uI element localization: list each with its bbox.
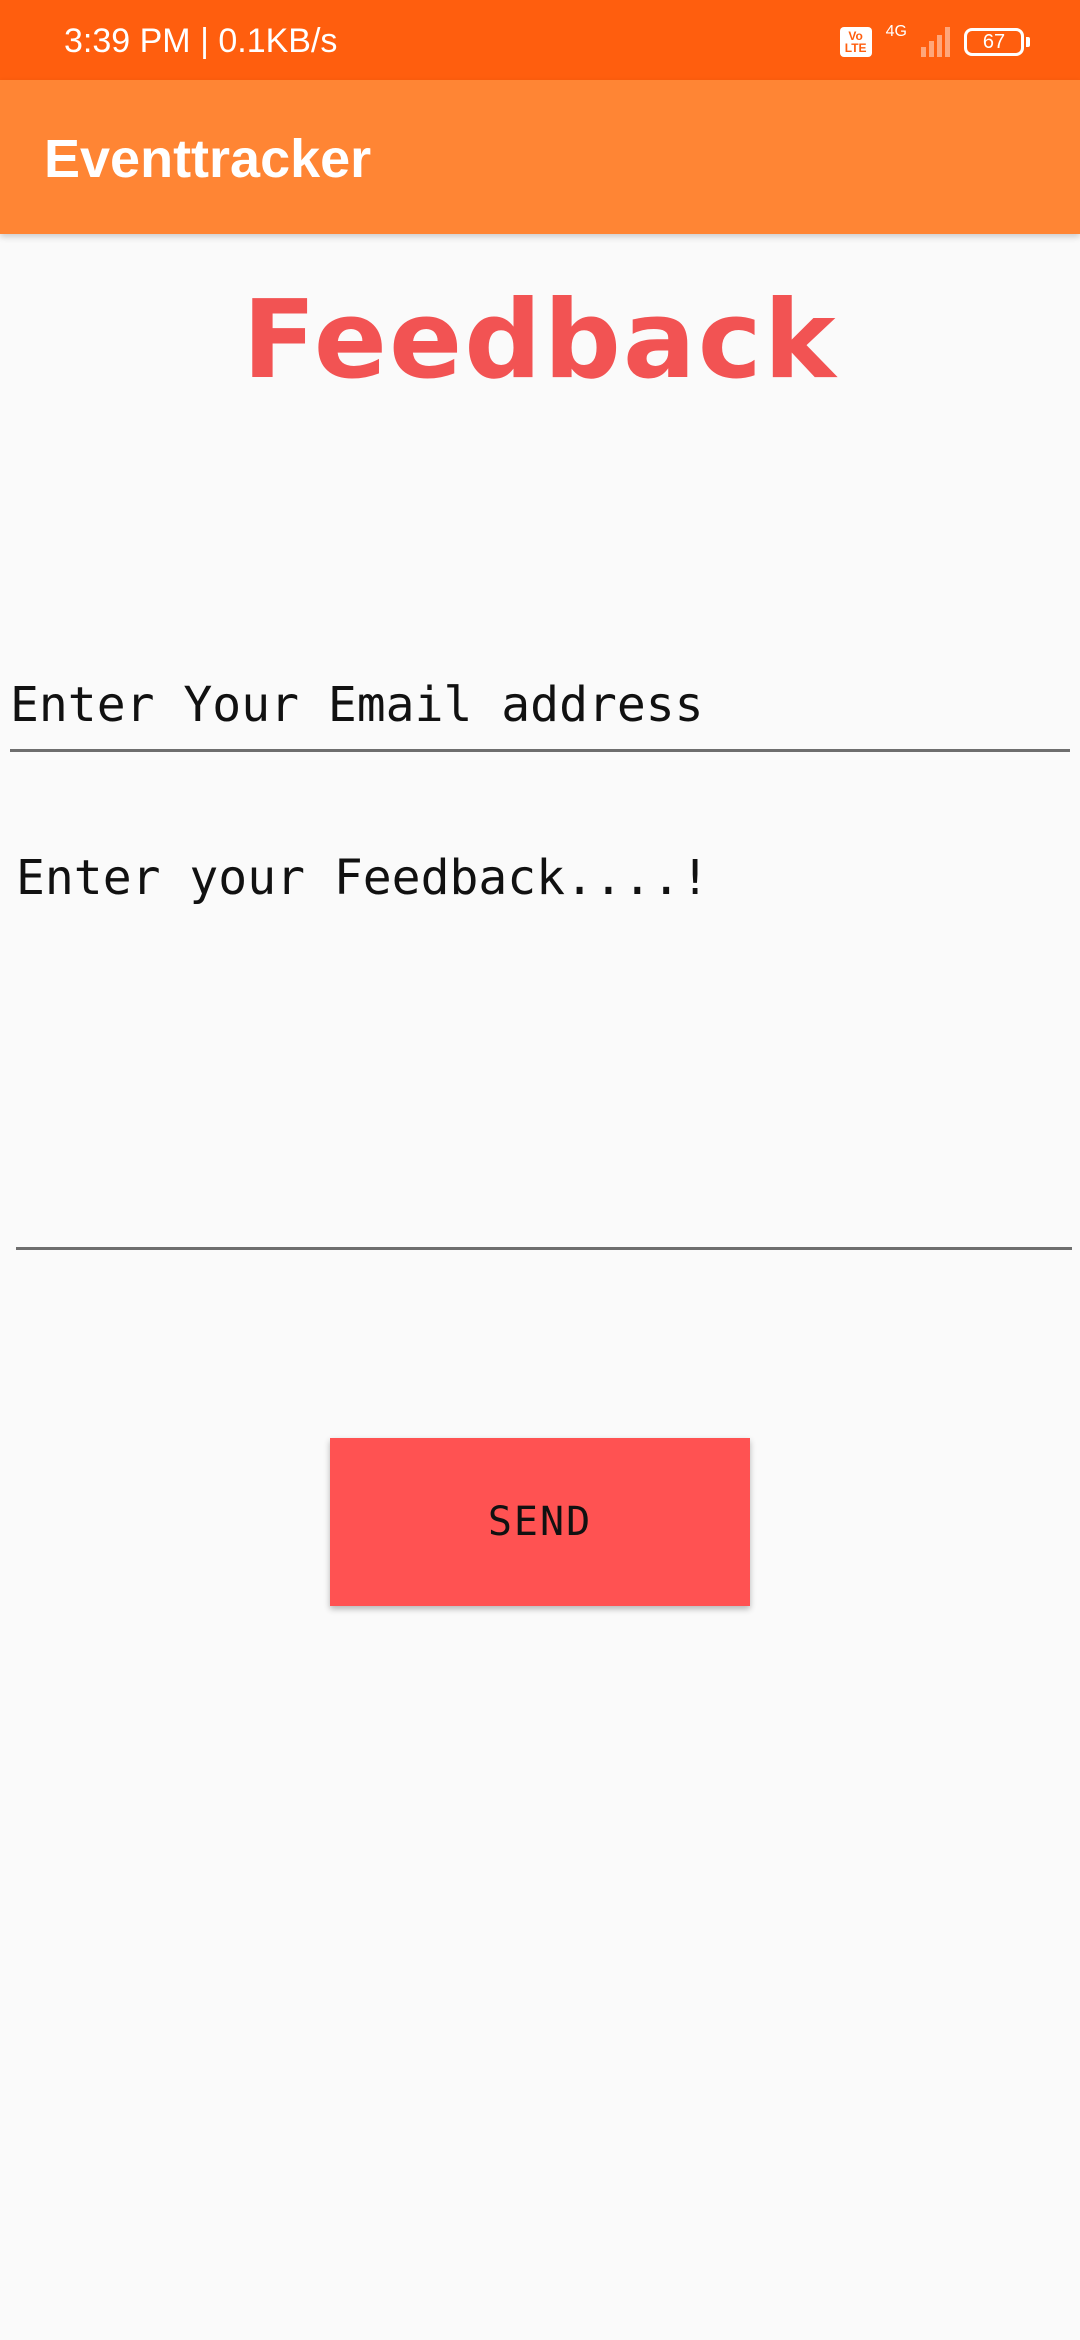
email-field[interactable]	[10, 660, 1070, 752]
battery-icon: 67	[964, 28, 1030, 56]
signal-bar	[921, 47, 926, 57]
app-bar: Eventtracker	[0, 80, 1080, 234]
signal-bar	[937, 35, 942, 57]
signal-strength-icon	[921, 27, 950, 57]
signal-bar	[929, 41, 934, 57]
page-title: Feedback	[242, 278, 838, 403]
app-title: Eventtracker	[44, 129, 372, 189]
volte-icon: Vo LTE	[839, 27, 872, 57]
signal-bar	[945, 27, 950, 57]
send-button[interactable]: SEND	[330, 1438, 750, 1606]
status-time: 3:39 PM | 0.1KB/s	[64, 22, 338, 60]
status-icons: Vo LTE 4G 67	[839, 23, 1030, 60]
volte-label-bottom: LTE	[844, 41, 867, 55]
email-input[interactable]	[10, 660, 1070, 749]
battery-level: 67	[982, 30, 1006, 53]
status-bar: 3:39 PM | 0.1KB/s Vo LTE 4G 67	[0, 0, 1080, 80]
feedback-textarea[interactable]	[16, 850, 1072, 1247]
feedback-field[interactable]	[16, 850, 1072, 1250]
network-type-label: 4G	[885, 23, 907, 40]
